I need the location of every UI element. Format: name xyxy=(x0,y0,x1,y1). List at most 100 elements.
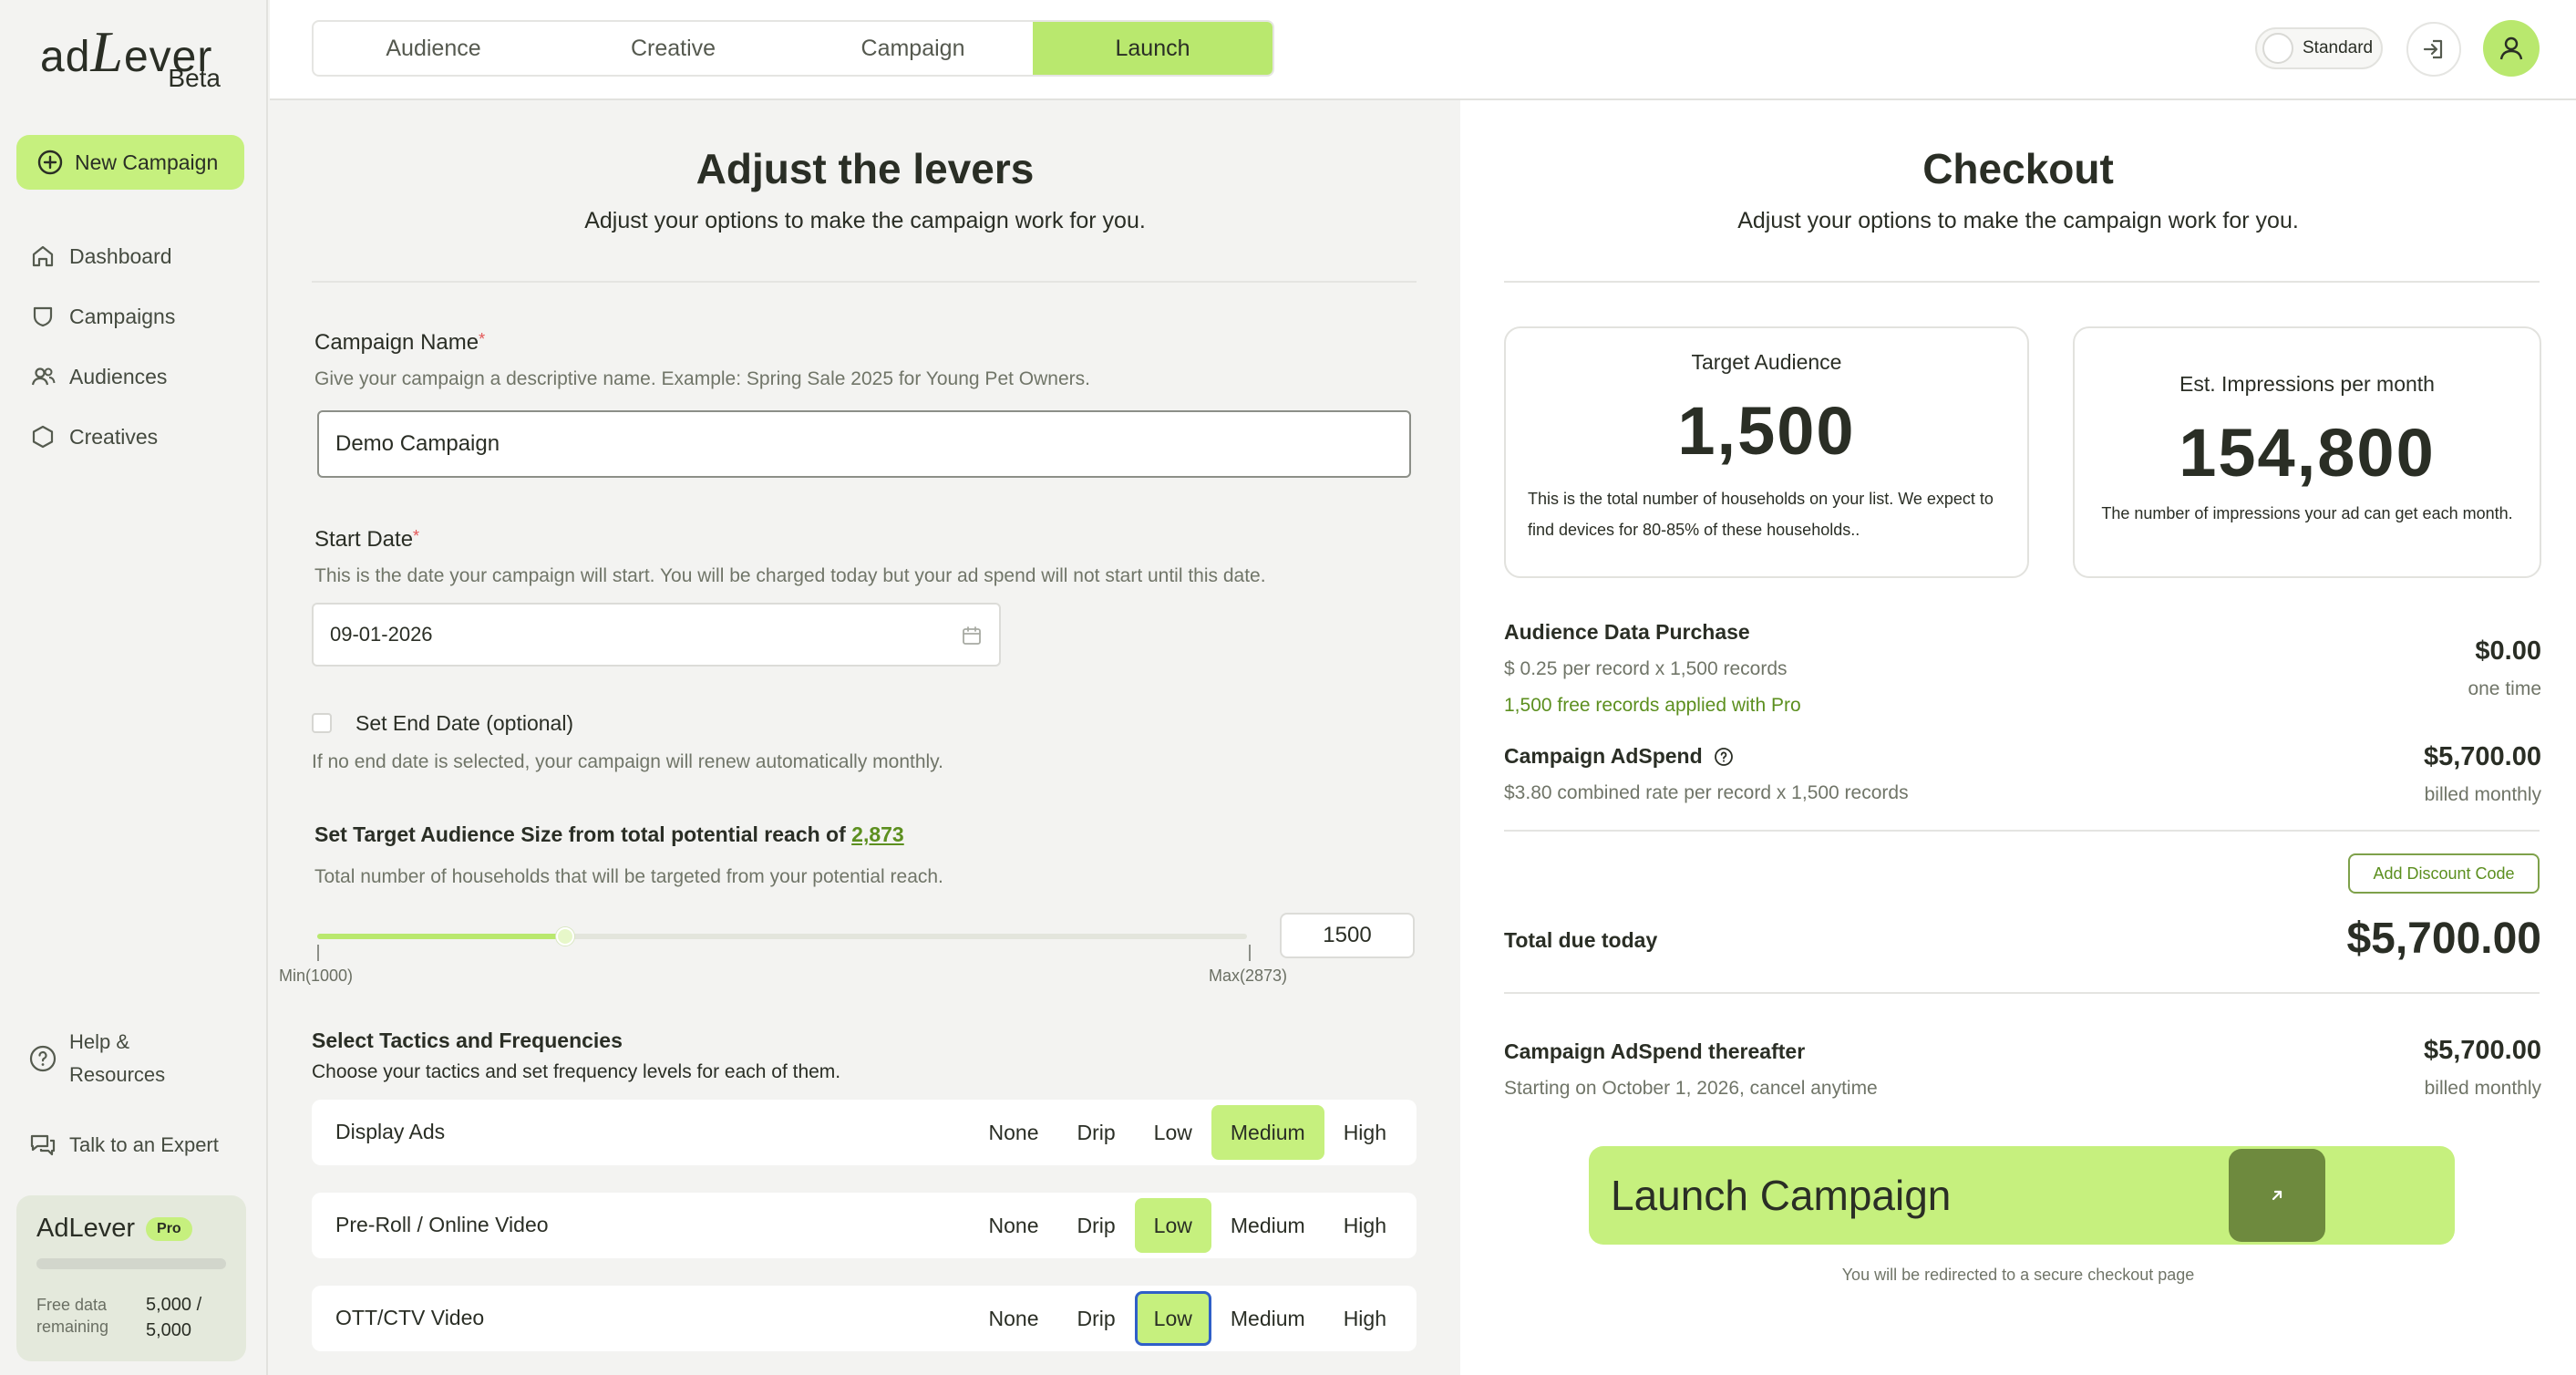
levers-title: Adjust the levers xyxy=(696,145,1035,192)
freq-none[interactable]: None xyxy=(970,1105,1058,1160)
users-icon xyxy=(27,363,58,390)
arrow-up-right-icon xyxy=(2266,1184,2288,1206)
freq-drip[interactable]: Drip xyxy=(1058,1198,1135,1253)
freq-high[interactable]: High xyxy=(1324,1105,1406,1160)
tactic-name: OTT/CTV Video xyxy=(335,1306,485,1329)
audience-size-help: Total number of households that will be … xyxy=(314,866,943,887)
tab-campaign[interactable]: Campaign xyxy=(793,22,1033,75)
potential-reach-link[interactable]: 2,873 xyxy=(851,822,904,846)
sidebar: adLever Beta New Campaign Dashboard Camp… xyxy=(0,0,268,1375)
talk-to-expert-link[interactable]: Talk to an Expert xyxy=(27,1131,219,1160)
freq-high[interactable]: High xyxy=(1324,1291,1406,1346)
audience-size-input[interactable] xyxy=(1280,913,1415,958)
adspend-period: billed monthly xyxy=(2424,784,2541,805)
new-campaign-button[interactable]: New Campaign xyxy=(16,135,244,190)
hexagon-icon xyxy=(27,423,58,450)
start-date-label-text: Start Date xyxy=(314,527,414,552)
checkout-title: Checkout xyxy=(1922,145,2114,192)
sidebar-item-audiences[interactable]: Audiences xyxy=(27,363,167,390)
app-logo[interactable]: adLever Beta xyxy=(40,13,222,95)
tab-audience[interactable]: Audience xyxy=(314,22,553,75)
user-icon xyxy=(2496,33,2527,64)
sidebar-item-creatives[interactable]: Creatives xyxy=(27,423,158,450)
add-discount-code-button[interactable]: Add Discount Code xyxy=(2348,853,2540,894)
plan-card: AdLever Pro Free data remaining 5,000 /5,0… xyxy=(16,1195,246,1361)
divider xyxy=(1504,992,2540,994)
thereafter-amount: $5,700.00 xyxy=(2423,1036,2541,1065)
tactic-row-display-ads: Display Ads None Drip Low Medium High xyxy=(312,1100,1417,1165)
tab-creative[interactable]: Creative xyxy=(553,22,793,75)
target-audience-card: Target Audience 1,500 This is the total … xyxy=(1504,326,2029,578)
sidebar-item-dashboard[interactable]: Dashboard xyxy=(27,243,172,270)
impressions-label: Est. Impressions per month xyxy=(2179,372,2435,396)
logout-icon xyxy=(2420,36,2447,63)
freq-drip[interactable]: Drip xyxy=(1058,1291,1135,1346)
slider-min-tick xyxy=(317,945,319,961)
freq-low[interactable]: Low xyxy=(1135,1105,1211,1160)
campaign-name-help: Give your campaign a descriptive name. E… xyxy=(314,368,1090,389)
sidebar-item-label: Creatives xyxy=(69,424,159,449)
required-asterisk: * xyxy=(479,330,486,348)
logo-beta-label: Beta xyxy=(168,64,221,92)
impressions-card: Est. Impressions per month 154,800 The n… xyxy=(2073,326,2541,578)
freq-low[interactable]: Low xyxy=(1134,1291,1211,1346)
sidebar-item-campaigns[interactable]: Campaigns xyxy=(27,303,175,330)
total-due-amount: $5,700.00 xyxy=(2346,915,2541,963)
mode-toggle[interactable]: Standard xyxy=(2255,27,2383,69)
tactic-name: Display Ads xyxy=(335,1120,446,1143)
question-circle-icon xyxy=(27,1044,58,1073)
freq-high[interactable]: High xyxy=(1324,1198,1406,1253)
new-campaign-label: New Campaign xyxy=(75,150,219,174)
help-label-line: Resources xyxy=(69,1063,166,1086)
sidebar-item-label: Campaigns xyxy=(69,304,176,328)
logout-button[interactable] xyxy=(2406,22,2461,77)
sidebar-item-label: Dashboard xyxy=(69,243,172,268)
frequency-options: None Drip Low Medium High xyxy=(970,1198,1406,1253)
audience-size-label-text: Set Target Audience Size from total pote… xyxy=(314,822,846,846)
frequency-options: None Drip Low Medium High xyxy=(970,1291,1406,1346)
user-avatar-button[interactable] xyxy=(2483,20,2540,77)
adspend-label: Campaign AdSpend xyxy=(1504,744,1734,769)
start-date-input[interactable]: 09-01-2026 xyxy=(312,603,1001,667)
levers-panel: Adjust the levers Adjust your options to… xyxy=(270,100,1460,1375)
free-data-value-line: 5,000 xyxy=(146,1320,192,1340)
freq-medium[interactable]: Medium xyxy=(1211,1291,1324,1346)
target-audience-label: Target Audience xyxy=(1691,350,1842,374)
campaign-name-input[interactable] xyxy=(317,410,1411,478)
sidebar-item-label: Audiences xyxy=(69,364,168,388)
tactics-help: Choose your tactics and set frequency le… xyxy=(312,1061,841,1082)
slider-max-tick xyxy=(1249,945,1251,961)
free-records-note: 1,500 free records applied with Pro xyxy=(1504,695,1801,716)
freq-low[interactable]: Low xyxy=(1134,1198,1211,1253)
tactic-row-pre-roll: Pre-Roll / Online Video None Drip Low Me… xyxy=(312,1193,1417,1258)
freq-medium[interactable]: Medium xyxy=(1211,1198,1324,1253)
campaign-name-label-text: Campaign Name xyxy=(314,330,479,355)
calendar-icon[interactable] xyxy=(961,625,983,646)
freq-drip[interactable]: Drip xyxy=(1058,1105,1135,1160)
slider-thumb[interactable] xyxy=(556,927,575,946)
impressions-note: The number of impressions your ad can ge… xyxy=(2101,504,2513,522)
audience-purchase-period: one time xyxy=(2468,678,2541,699)
free-data-progress-bar xyxy=(36,1258,226,1269)
free-data-value-line: 5,000 / xyxy=(146,1295,202,1315)
launch-arrow-button[interactable] xyxy=(2229,1149,2325,1242)
campaign-name-label: Campaign Name* xyxy=(314,330,485,356)
help-resources-link[interactable]: Help & Resources xyxy=(27,1026,165,1091)
thereafter-sub: Starting on October 1, 2026, cancel anyt… xyxy=(1504,1078,1878,1099)
audience-size-slider[interactable] xyxy=(317,927,1247,946)
tab-launch[interactable]: Launch xyxy=(1033,22,1273,75)
freq-none[interactable]: None xyxy=(970,1198,1058,1253)
start-date-value: 09-01-2026 xyxy=(330,623,433,646)
checkout-subtitle: Adjust your options to make the campaign… xyxy=(1737,208,2299,233)
free-data-label: Free data remaining xyxy=(36,1294,146,1338)
end-date-checkbox[interactable] xyxy=(312,713,332,733)
info-icon[interactable] xyxy=(1714,747,1734,767)
adspend-rate: $3.80 combined rate per record x 1,500 r… xyxy=(1504,782,1909,803)
start-date-label: Start Date* xyxy=(314,527,419,553)
freq-none[interactable]: None xyxy=(970,1291,1058,1346)
start-date-help: This is the date your campaign will star… xyxy=(314,565,1266,586)
freq-medium[interactable]: Medium xyxy=(1211,1105,1324,1160)
home-icon xyxy=(27,243,58,270)
adspend-amount: $5,700.00 xyxy=(2423,742,2541,771)
plus-circle-icon xyxy=(36,149,64,176)
